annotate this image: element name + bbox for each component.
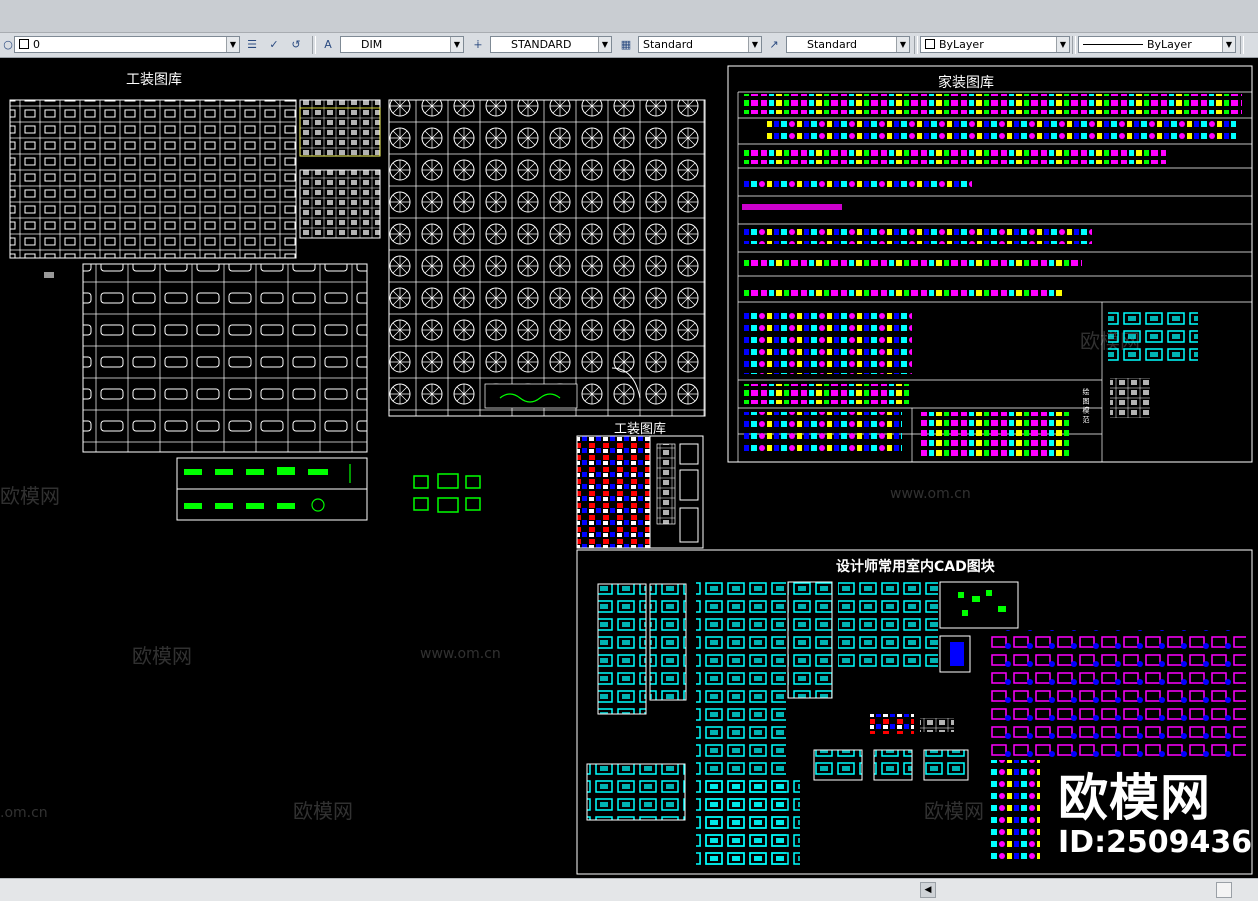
block-marker [44, 272, 54, 278]
dimension-style-icon[interactable]: ∔ [470, 37, 486, 53]
plant-block-grid[interactable] [388, 99, 706, 417]
color-dropdown[interactable]: ByLayer ▼ [920, 36, 1070, 53]
home-block-row[interactable] [742, 94, 1242, 114]
linetype-dropdown[interactable]: ByLayer ▼ [1078, 36, 1236, 53]
window-title-bar [0, 0, 1258, 33]
multileader-style-value: Standard [807, 38, 858, 51]
layer-color-swatch [19, 39, 29, 49]
toolbar-separator [914, 36, 918, 54]
chevron-down-icon: ▼ [450, 37, 463, 52]
chevron-down-icon: ▼ [748, 37, 761, 52]
cyan-block-panel[interactable] [787, 581, 833, 699]
toolbar-separator [312, 36, 316, 54]
home-block-row[interactable] [742, 384, 910, 404]
cyan-block-group[interactable] [700, 778, 800, 868]
home-block-row[interactable] [742, 308, 912, 374]
corner-watermark-id: ID:2509436 [1058, 825, 1253, 860]
layer-dropdown[interactable]: 0 ▼ [14, 36, 240, 53]
scroll-left-arrow-icon[interactable]: ◀ [920, 882, 936, 898]
chevron-down-icon: ▼ [1056, 37, 1069, 52]
chevron-down-icon: ▼ [226, 37, 239, 52]
watermark-brand: 欧模网 [924, 799, 984, 823]
white-block-group[interactable] [1110, 378, 1150, 418]
watermark-brand: 欧模网 [293, 799, 353, 823]
title-gongzhuang-2: 工装图库 [614, 421, 666, 437]
cyan-block-group[interactable] [1108, 308, 1198, 366]
linetype-value: ByLayer [1147, 38, 1192, 51]
cad-drawing: 欧模网 欧模网 欧模网 欧模网 欧模网 欧模网 www.om.cn www.om… [0, 9, 1253, 875]
home-block-row[interactable] [742, 150, 1166, 164]
layer-previous-icon[interactable]: ↺ [288, 37, 304, 53]
linetype-sample [1083, 38, 1143, 45]
watermark-brand: 欧模网 [132, 644, 192, 668]
watermark-url: www.om.cn [420, 646, 501, 662]
layer-properties-icon[interactable]: ☰ [244, 37, 260, 53]
table-style-icon[interactable]: ▦ [618, 37, 634, 53]
toolbar-separator [1072, 36, 1076, 54]
cyan-block-panel[interactable] [813, 749, 863, 781]
cyan-block-panel[interactable] [923, 749, 969, 781]
watermark-url: .om.cn [0, 805, 48, 821]
color-value: ByLayer [939, 38, 984, 51]
cyan-block-group[interactable] [838, 582, 938, 672]
corner-watermark: 欧模网 ID:2509436 [1058, 770, 1252, 860]
cyan-block-panel[interactable] [597, 583, 647, 715]
horizontal-scrollbar[interactable]: ◀ [0, 878, 1258, 901]
home-block-row[interactable] [766, 120, 1236, 140]
color-swatch [925, 39, 935, 49]
magenta-block-group[interactable] [990, 630, 1246, 760]
watermark-url: www.om.cn [890, 486, 971, 502]
watermark-brand: 欧模网 [0, 484, 60, 508]
chevron-down-icon: ▼ [598, 37, 611, 52]
multileader-style-dropdown[interactable]: Standard ▼ [786, 36, 910, 53]
properties-toolbar: ○ 0 ▼ ☰ ✓ ↺ A DIM ▼ ∔ STANDARD ▼ ▦ Stand… [0, 33, 1258, 58]
text-style-value: STANDARD [511, 38, 572, 51]
scroll-corner-box [1216, 882, 1232, 898]
mixed-block-row[interactable] [870, 714, 914, 734]
corner-watermark-name: 欧模网 [1058, 769, 1211, 827]
cyan-block-panel[interactable] [586, 763, 686, 821]
make-layer-current-icon[interactable]: ✓ [266, 37, 282, 53]
cyan-block-panel[interactable] [649, 583, 687, 701]
vehicle-block-grid[interactable] [82, 263, 368, 453]
side-label: 绘 图 模 范 [1082, 387, 1090, 424]
green-plan-block[interactable] [939, 581, 1019, 629]
chevron-down-icon: ▼ [1222, 37, 1235, 52]
multileader-style-icon[interactable]: ↗ [766, 37, 782, 53]
home-block-row[interactable] [742, 286, 1062, 296]
dimension-style-value: DIM [361, 38, 383, 51]
mixed-block-column[interactable] [990, 760, 1040, 860]
table-style-dropdown[interactable]: Standard ▼ [638, 36, 762, 53]
home-block-row[interactable] [742, 412, 902, 456]
dimension-style-dropdown[interactable]: DIM ▼ [340, 36, 464, 53]
home-block-row[interactable] [742, 176, 972, 190]
text-style-dropdown[interactable]: STANDARD ▼ [490, 36, 612, 53]
home-block-row[interactable] [742, 228, 1092, 244]
drawing-canvas[interactable]: 欧模网 欧模网 欧模网 欧模网 欧模网 欧模网 www.om.cn www.om… [0, 9, 1258, 878]
green-furniture-cluster[interactable] [413, 473, 481, 513]
toolbar-separator [1240, 36, 1244, 54]
table-style-value: Standard [643, 38, 694, 51]
title-gongzhuang-1: 工装图库 [126, 72, 182, 88]
layer-value: 0 [33, 38, 40, 51]
chevron-down-icon: ▼ [896, 37, 909, 52]
cyan-block-panel[interactable] [873, 749, 913, 781]
title-jiazhuang: 家装图库 [938, 74, 994, 91]
title-designer: 设计师常用室内CAD图块 [836, 558, 996, 575]
furniture-block-grid-small-2[interactable] [299, 169, 381, 239]
furniture-block-grid[interactable] [9, 99, 297, 259]
home-block-row[interactable] [742, 256, 1082, 266]
text-style-icon[interactable]: A [320, 37, 336, 53]
white-block-row[interactable] [920, 718, 954, 732]
home-block-row[interactable] [920, 412, 1070, 456]
